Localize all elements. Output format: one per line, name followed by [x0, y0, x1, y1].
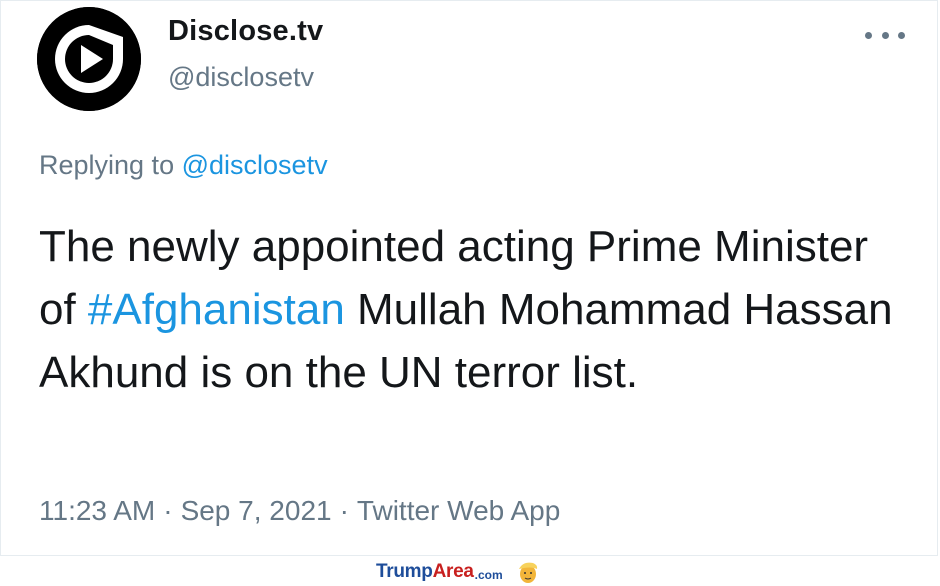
avatar[interactable] — [37, 7, 141, 111]
reply-mention-link[interactable]: @disclosetv — [182, 150, 328, 180]
meta-separator: · — [339, 495, 349, 526]
trump-face-icon — [518, 562, 537, 583]
replying-to-line: Replying to @disclosetv — [39, 150, 328, 181]
watermark-brand-part2: Area — [432, 561, 474, 582]
tweet-meta: 11:23 AM · Sep 7, 2021 · Twitter Web App — [39, 495, 560, 527]
reply-prefix: Replying to — [39, 150, 175, 180]
tweet-time[interactable]: 11:23 AM — [39, 495, 155, 526]
user-handle[interactable]: @disclosetv — [168, 62, 314, 93]
dot — [898, 31, 905, 39]
tweet-card: Disclose.tv @disclosetv Replying to @dis… — [0, 0, 938, 556]
tweet-text: The newly appointed acting Prime Ministe… — [39, 215, 899, 404]
display-name[interactable]: Disclose.tv — [168, 15, 323, 48]
more-dots-icon[interactable] — [865, 23, 905, 47]
disclosetv-logo-icon — [37, 7, 141, 111]
tweet-source[interactable]: Twitter Web App — [357, 495, 560, 526]
watermark-brand-suffix: .com — [474, 567, 503, 582]
hashtag-link[interactable]: #Afghanistan — [88, 285, 345, 334]
dot — [865, 31, 872, 39]
meta-separator: · — [163, 495, 173, 526]
watermark: Trump Area .com — [376, 560, 539, 584]
tweet-date[interactable]: Sep 7, 2021 — [181, 495, 332, 526]
dot — [881, 31, 889, 39]
watermark-brand-part1: Trump — [376, 561, 433, 582]
